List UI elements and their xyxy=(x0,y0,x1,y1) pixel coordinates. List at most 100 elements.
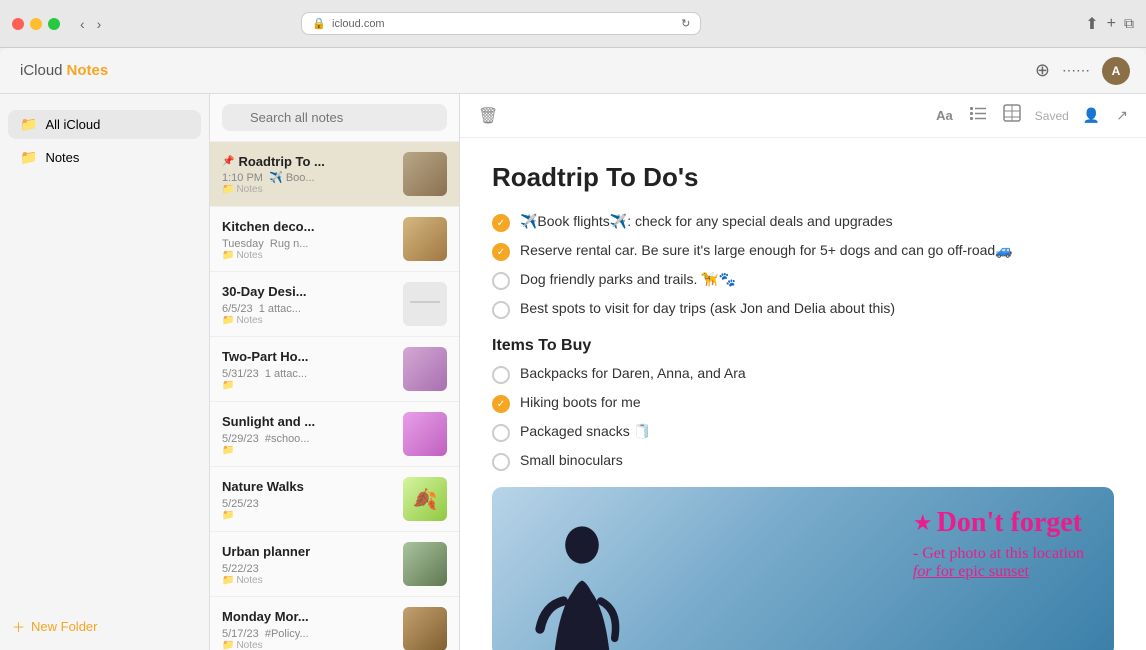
note-title: 30-Day Desi... xyxy=(222,284,307,299)
note-meta: 5/25/23 xyxy=(222,498,393,510)
notes-label: Notes xyxy=(67,62,109,79)
checklist-item: Best spots to visit for day trips (ask J… xyxy=(492,300,1114,319)
checklist-button[interactable] xyxy=(967,102,989,129)
export-note-button[interactable]: ↗ xyxy=(1114,105,1130,126)
note-thumbnail xyxy=(403,607,447,650)
note-title: Kitchen deco... xyxy=(222,219,314,234)
text-format-button[interactable]: Aa xyxy=(934,106,955,125)
note-content: 🗑 Aa xyxy=(460,94,1146,650)
sidebar: 📁 All iCloud 📁 Notes ＋ New Folder xyxy=(0,94,210,650)
checklist-item: ✓ Hiking boots for me xyxy=(492,394,1114,413)
checklist-text: Backpacks for Daren, Anna, and Ara xyxy=(520,365,746,381)
back-button[interactable]: ‹ xyxy=(76,14,89,34)
note-thumbnail xyxy=(403,412,447,456)
note-title: Roadtrip To ... xyxy=(238,154,324,169)
forward-button[interactable]: › xyxy=(93,14,106,34)
table-button[interactable] xyxy=(1001,102,1023,129)
list-item[interactable]: Sunlight and ... 5/29/23 #schoo... 📁 xyxy=(210,402,459,467)
note-meta: 5/17/23 #Policy... xyxy=(222,628,393,640)
check-circle[interactable]: ✓ xyxy=(492,214,510,232)
tabs-icon[interactable]: ⧉ xyxy=(1124,15,1134,32)
note-meta: 1:10 PM ✈️ Boo... xyxy=(222,171,393,184)
note-title: Two-Part Ho... xyxy=(222,349,308,364)
maximize-button[interactable] xyxy=(48,18,60,30)
note-folder: 📁 xyxy=(222,445,393,456)
handwriting-line2: - Get photo at this location for for epi… xyxy=(913,545,1084,581)
toolbar-left: 🗑 xyxy=(476,104,500,128)
share-note-button[interactable]: 👤 xyxy=(1081,105,1102,126)
search-area xyxy=(210,94,459,142)
folder-icon: 📁 xyxy=(20,116,37,133)
new-tab-icon[interactable]: + xyxy=(1107,15,1116,33)
icloud-label: iCloud xyxy=(20,62,63,79)
new-folder-button[interactable]: ＋ New Folder xyxy=(12,613,97,640)
note-meta: 6/5/23 1 attac... xyxy=(222,303,393,315)
checklist-text: Reserve rental car. Be sure it's large e… xyxy=(520,242,1013,259)
list-item[interactable]: Nature Walks 5/25/23 📁 🍂 xyxy=(210,467,459,532)
checklist-item: ✓ ✈️Book flights✈️: check for any specia… xyxy=(492,213,1114,232)
notes-list: 📌 Roadtrip To ... 1:10 PM ✈️ Boo... 📁 No… xyxy=(210,94,460,650)
note-folder: 📁 Notes xyxy=(222,640,393,650)
grid-icon[interactable]: ⋯⋯ xyxy=(1062,62,1090,79)
lock-icon: 🔒 xyxy=(312,17,326,30)
sidebar-item-allicloud[interactable]: 📁 All iCloud xyxy=(8,110,201,139)
search-input[interactable] xyxy=(222,104,447,131)
check-circle[interactable]: ✓ xyxy=(492,243,510,261)
check-circle[interactable] xyxy=(492,301,510,319)
close-button[interactable] xyxy=(12,18,24,30)
note-thumbnail xyxy=(403,282,447,326)
note-image: ★ Don't forget - Get photo at this locat… xyxy=(492,487,1114,650)
sidebar-header xyxy=(0,94,209,108)
sidebar-item-label: All iCloud xyxy=(45,117,100,132)
browser-nav: ‹ › xyxy=(76,14,105,34)
check-circle[interactable] xyxy=(492,366,510,384)
checklist-item: Dog friendly parks and trails. 🦮🐾 xyxy=(492,271,1114,290)
add-icon[interactable]: ⊕ xyxy=(1035,60,1050,81)
note-title-main: Roadtrip To Do's xyxy=(492,162,1114,193)
delete-button[interactable]: 🗑 xyxy=(476,104,500,128)
handwriting-text: ★ Don't forget - Get photo at this locat… xyxy=(913,507,1084,581)
checklist-item: Backpacks for Daren, Anna, and Ara xyxy=(492,365,1114,384)
check-circle[interactable] xyxy=(492,424,510,442)
note-meta: 5/22/23 xyxy=(222,563,393,575)
checklist-text: Small binoculars xyxy=(520,452,623,468)
list-item[interactable]: Urban planner 5/22/23 📁 Notes xyxy=(210,532,459,597)
list-item[interactable]: Kitchen deco... Tuesday Rug n... 📁 Notes xyxy=(210,207,459,272)
browser-actions: ⬆ + ⧉ xyxy=(1085,14,1134,34)
list-item[interactable]: Two-Part Ho... 5/31/23 1 attac... 📁 xyxy=(210,337,459,402)
app-header: iCloud Notes ⊕ ⋯⋯ A xyxy=(0,48,1146,94)
sidebar-item-notes[interactable]: 📁 Notes xyxy=(8,143,201,172)
notes-items: 📌 Roadtrip To ... 1:10 PM ✈️ Boo... 📁 No… xyxy=(210,142,459,650)
note-folder: 📁 Notes xyxy=(222,184,393,195)
avatar[interactable]: A xyxy=(1102,57,1130,85)
saved-label: Saved xyxy=(1035,109,1069,123)
reload-icon[interactable]: ↻ xyxy=(681,17,690,30)
check-circle[interactable]: ✓ xyxy=(492,395,510,413)
note-thumbnail: 🍂 xyxy=(403,477,447,521)
note-body: Roadtrip To Do's ✓ ✈️Book flights✈️: che… xyxy=(460,138,1146,650)
list-item[interactable]: 30-Day Desi... 6/5/23 1 attac... 📁 Notes xyxy=(210,272,459,337)
new-folder-label: New Folder xyxy=(31,619,97,634)
minimize-button[interactable] xyxy=(30,18,42,30)
silhouette-image xyxy=(522,517,642,650)
note-meta: Tuesday Rug n... xyxy=(222,238,393,250)
checklist-item: ✓ Reserve rental car. Be sure it's large… xyxy=(492,242,1114,261)
note-folder: 📁 Notes xyxy=(222,250,393,261)
check-circle[interactable] xyxy=(492,272,510,290)
folder-icon: 📁 xyxy=(20,149,37,166)
note-title: Sunlight and ... xyxy=(222,414,315,429)
note-thumbnail xyxy=(403,347,447,391)
section-heading: Items To Buy xyxy=(492,337,1114,355)
share-browser-icon[interactable]: ⬆ xyxy=(1085,14,1098,34)
check-circle[interactable] xyxy=(492,453,510,471)
checklist-item: Packaged snacks 🧻 xyxy=(492,423,1114,442)
pin-icon: 📌 xyxy=(222,156,234,167)
checklist-text: Best spots to visit for day trips (ask J… xyxy=(520,300,895,316)
note-title: Urban planner xyxy=(222,544,310,559)
list-item[interactable]: 📌 Roadtrip To ... 1:10 PM ✈️ Boo... 📁 No… xyxy=(210,142,459,207)
address-bar[interactable]: 🔒 icloud.com ↻ xyxy=(301,12,701,35)
checklist-text: Hiking boots for me xyxy=(520,394,641,410)
app-logo: iCloud Notes xyxy=(16,62,108,79)
app-container: iCloud Notes ⊕ ⋯⋯ A 📁 All iCloud 📁 Notes xyxy=(0,48,1146,650)
list-item[interactable]: Monday Mor... 5/17/23 #Policy... 📁 Notes xyxy=(210,597,459,650)
